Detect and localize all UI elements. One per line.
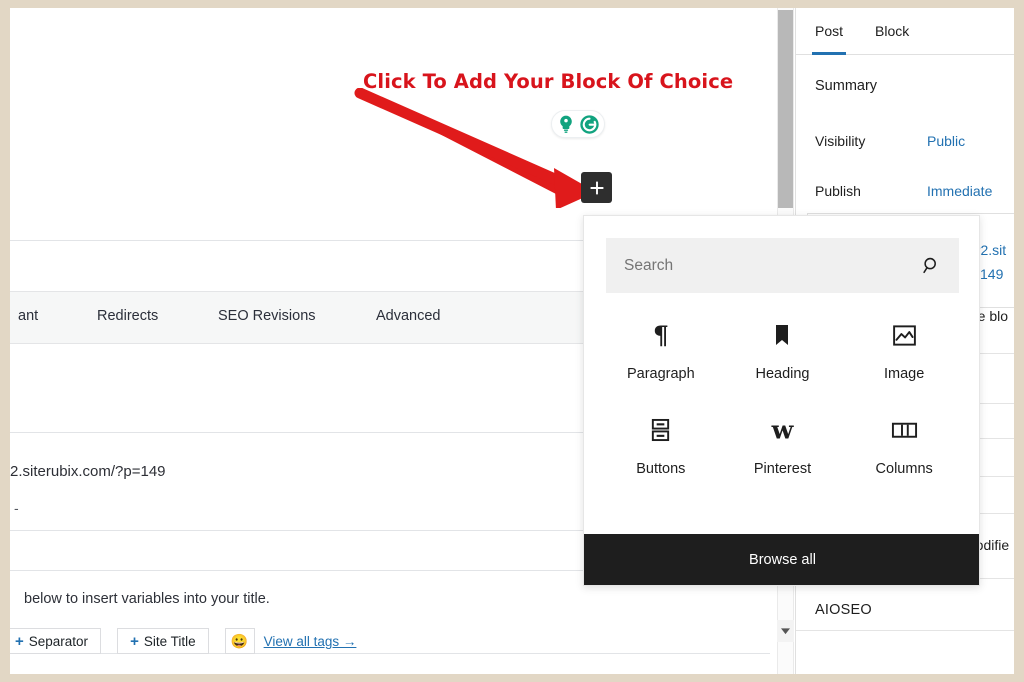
search-icon[interactable] — [922, 256, 941, 275]
separator-tag-label: Separator — [28, 633, 89, 649]
summary-heading: Summary — [815, 78, 878, 94]
editor-scrollbar-thumb[interactable] — [778, 10, 793, 208]
editor-canvas: ant Redirects SEO Revisions Advanced 2.s… — [10, 8, 1014, 674]
plus-icon: + — [130, 632, 139, 650]
paragraph-icon: ¶ — [650, 321, 672, 349]
lightbulb-icon[interactable] — [556, 114, 576, 134]
block-label: Image — [884, 366, 925, 382]
publish-value[interactable]: Immediate — [927, 183, 992, 199]
sidebar-aioseo-panel-title[interactable]: AIOSEO — [815, 602, 872, 618]
scrollbar-down-arrow-button[interactable] — [777, 620, 794, 642]
block-item-columns[interactable]: Columns — [843, 416, 965, 477]
site-title-tag-button[interactable]: + Site Title — [117, 628, 209, 654]
grammarly-widget[interactable] — [551, 110, 605, 138]
tab-block[interactable]: Block — [875, 8, 909, 55]
sidebar-tab-bar: Post Block — [796, 8, 1014, 55]
view-all-tags-link[interactable]: View all tags → — [264, 634, 357, 649]
tag-buttons-row: + Separator + Site Title 😀 View all tags… — [10, 628, 356, 654]
block-search-placeholder: Search — [624, 256, 674, 274]
visibility-label: Visibility — [815, 133, 866, 149]
emoji-picker-button[interactable]: 😀 — [224, 628, 255, 654]
pinterest-icon: w — [770, 416, 795, 444]
grammarly-logo-icon[interactable] — [579, 114, 600, 135]
publish-label: Publish — [815, 183, 861, 199]
block-label: Columns — [875, 461, 933, 477]
block-label: Pinterest — [753, 461, 812, 477]
heading-icon — [771, 321, 793, 349]
chevron-down-icon — [781, 627, 790, 634]
buttons-icon — [649, 416, 672, 444]
block-item-heading[interactable]: Heading — [722, 321, 844, 382]
block-item-image[interactable]: Image — [843, 321, 965, 382]
visibility-value[interactable]: Public — [927, 133, 965, 149]
meta-dash: - — [14, 500, 19, 516]
tab-post[interactable]: Post — [811, 8, 847, 55]
screenshot-root: ant Redirects SEO Revisions Advanced 2.s… — [0, 0, 1024, 682]
aioseo-tab-seo-revisions[interactable]: SEO Revisions — [218, 308, 316, 324]
block-type-grid: ¶ Paragraph Heading Image Buttons w Pint… — [600, 321, 965, 477]
block-item-paragraph[interactable]: ¶ Paragraph — [600, 321, 722, 382]
aioseo-tab-assistant[interactable]: ant — [18, 308, 38, 324]
svg-text:¶: ¶ — [653, 322, 669, 348]
block-search-field[interactable]: Search — [606, 238, 959, 293]
block-item-buttons[interactable]: Buttons — [600, 416, 722, 477]
clipped-post-id[interactable]: 149 — [980, 266, 1003, 282]
separator-tag-button[interactable]: + Separator — [10, 628, 102, 654]
variables-hint-text: below to insert variables into your titl… — [24, 591, 270, 607]
add-block-button[interactable] — [581, 172, 612, 203]
plus-icon — [590, 181, 603, 194]
row-visibility[interactable]: Visibility Public — [815, 133, 1014, 149]
site-title-tag-label: Site Title — [143, 633, 196, 649]
block-label: Heading — [755, 366, 810, 382]
block-item-pinterest[interactable]: w Pinterest — [722, 416, 844, 477]
browse-all-button[interactable]: Browse all — [584, 534, 979, 585]
row-publish[interactable]: Publish Immediate — [815, 183, 1014, 199]
annotation-text: Click To Add Your Block Of Choice — [363, 70, 734, 93]
permalink-url: 2.siterubix.com/?p=149 — [10, 463, 166, 480]
block-inserter-popover: Search ¶ Paragraph Heading Image Buttons… — [583, 215, 980, 586]
columns-icon — [891, 416, 918, 444]
plus-icon: + — [15, 632, 24, 650]
block-label: Buttons — [636, 461, 686, 477]
smiley-icon: 😀 — [230, 632, 249, 649]
aioseo-tab-redirects[interactable]: Redirects — [97, 308, 158, 324]
image-icon — [892, 321, 917, 349]
aioseo-tab-advanced[interactable]: Advanced — [376, 308, 441, 324]
block-label: Paragraph — [626, 366, 695, 382]
svg-text:w: w — [771, 416, 795, 444]
